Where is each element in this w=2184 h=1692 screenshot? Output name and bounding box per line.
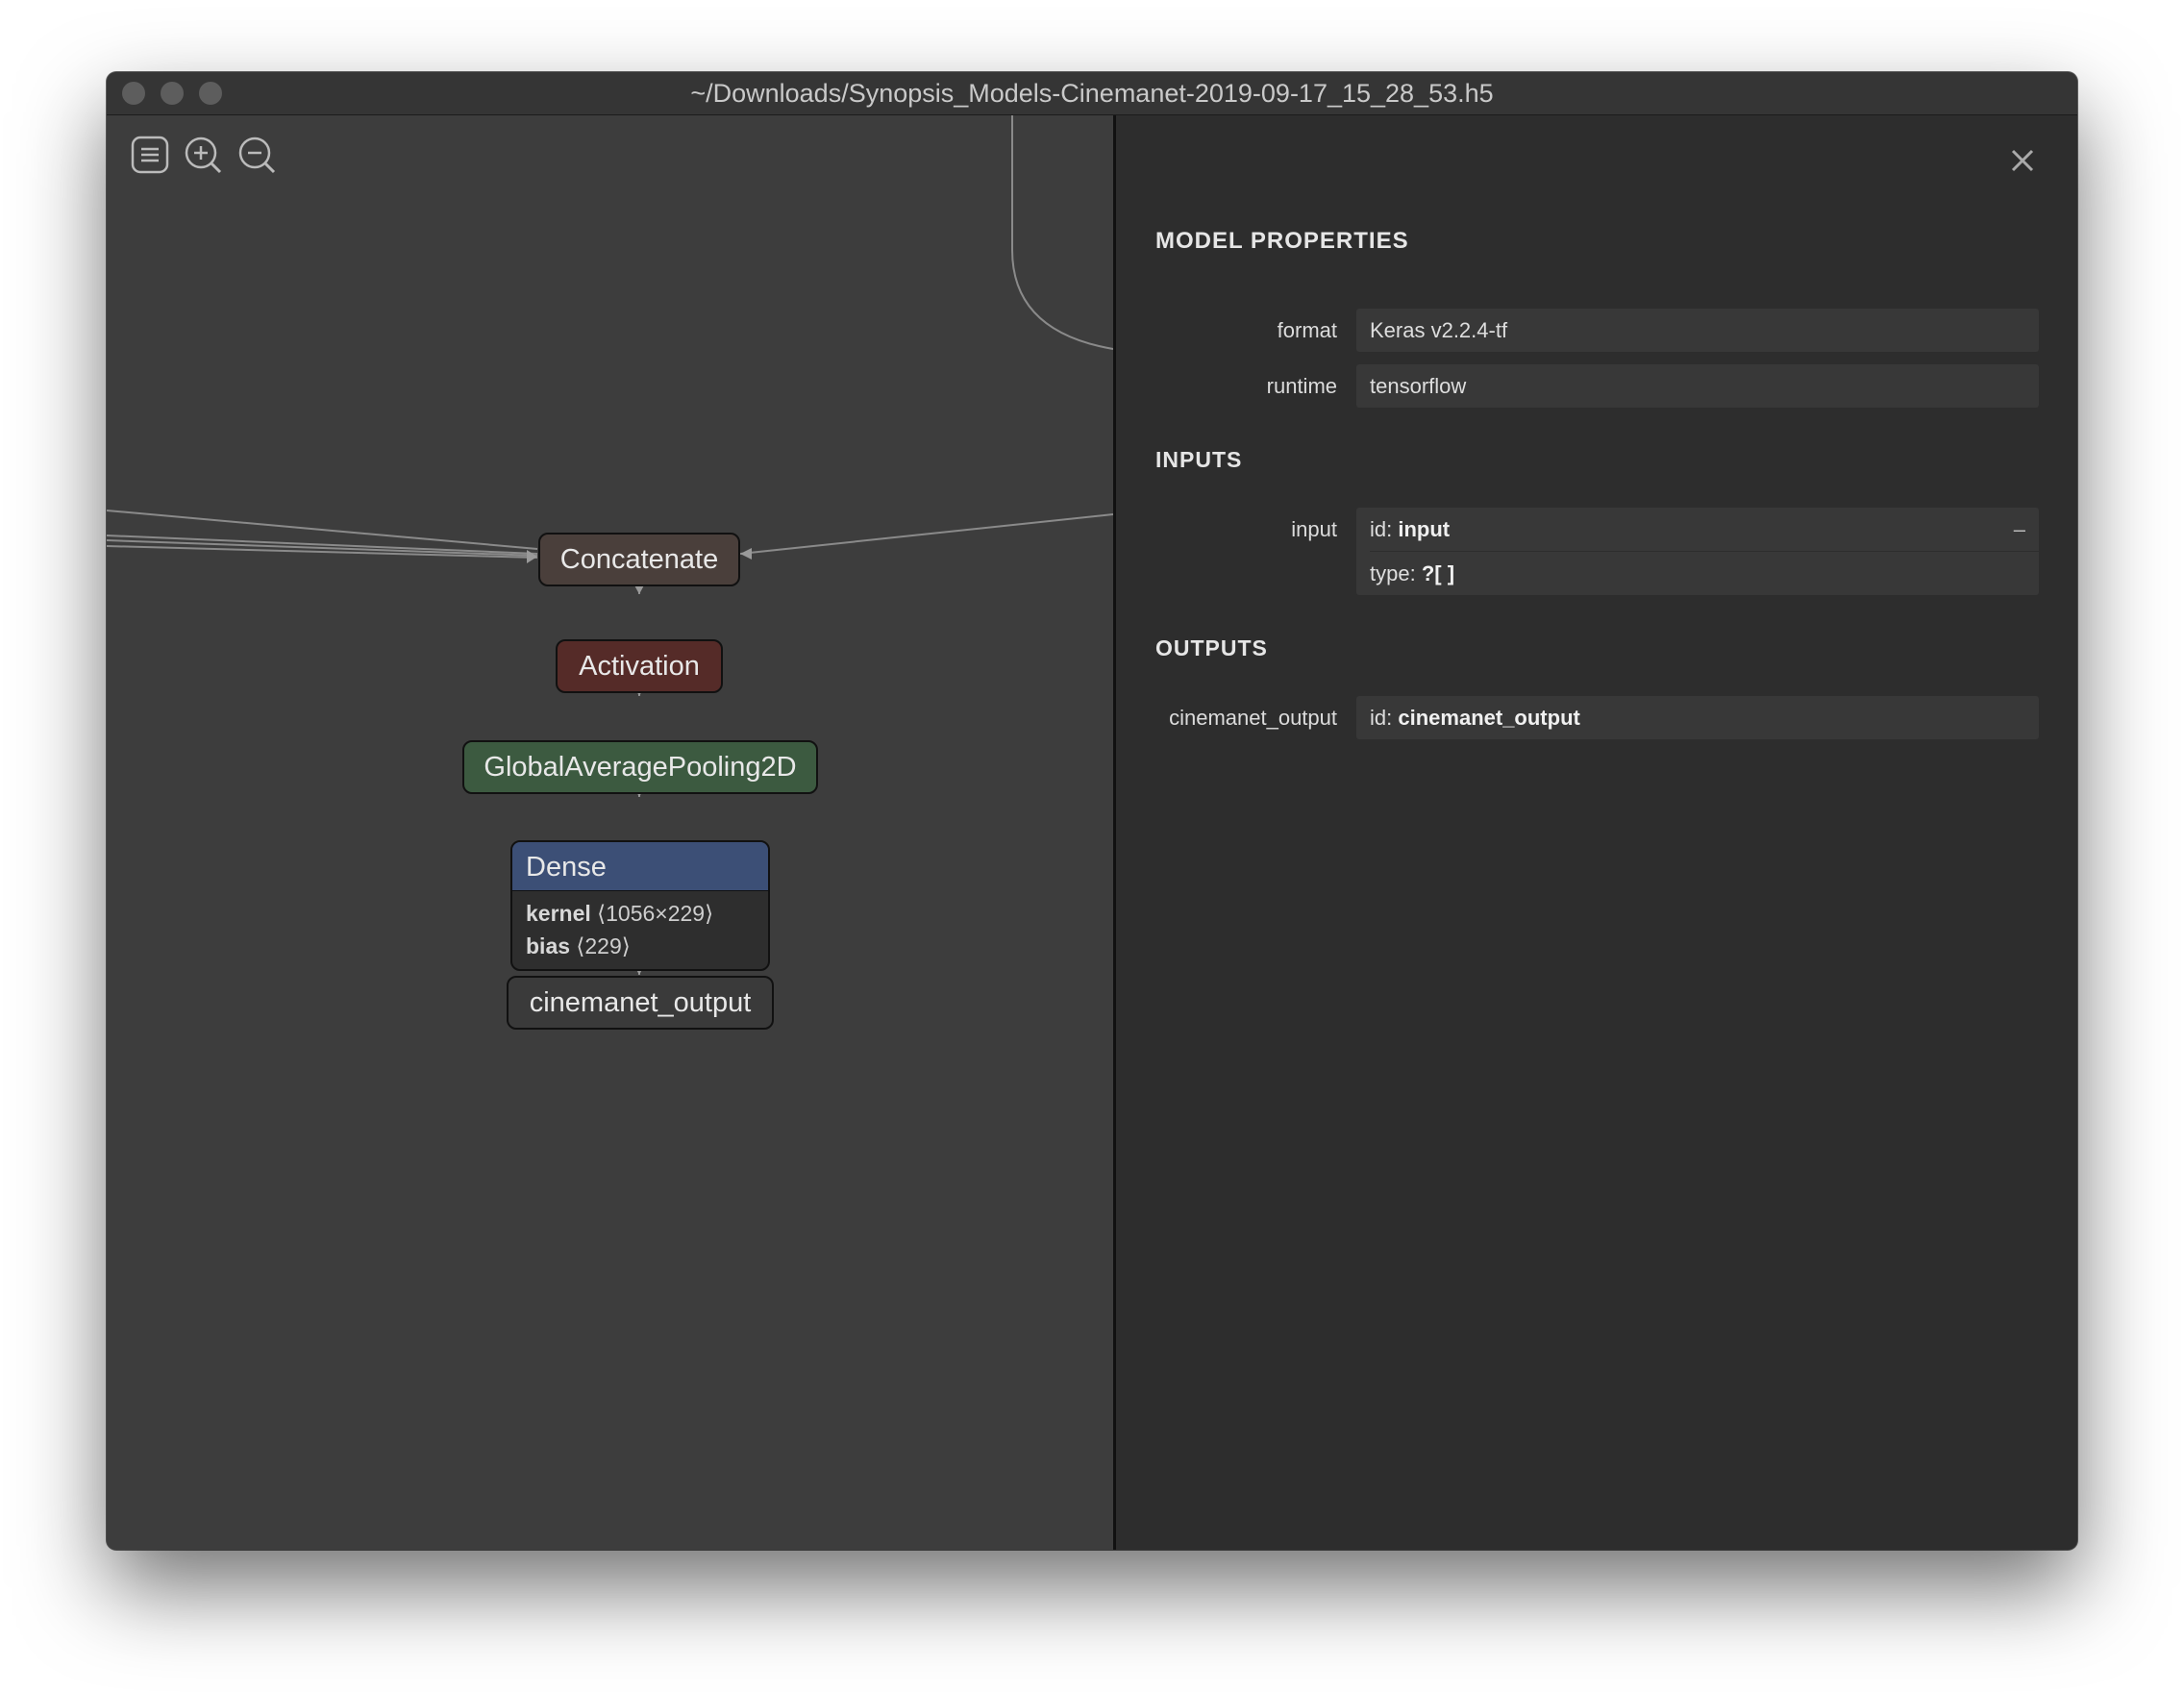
sidebar-title: MODEL PROPERTIES	[1155, 228, 1409, 254]
title-bar: ~/Downloads/Synopsis_Models-Cinemanet-20…	[107, 72, 2077, 115]
input-id-row: id: input –	[1370, 508, 2039, 552]
format-value: Keras v2.2.4-tf	[1356, 309, 2039, 352]
output-id-value: cinemanet_output	[1398, 706, 1580, 730]
model-properties-sidebar: MODEL PROPERTIES format Keras v2.2.4-tf …	[1116, 115, 2077, 1550]
node-activation[interactable]: Activation	[556, 639, 723, 693]
node-label: Activation	[579, 651, 700, 682]
graph-edges	[107, 115, 1113, 975]
inputs-heading: INPUTS	[1155, 447, 1243, 472]
zoom-out-icon[interactable]	[236, 135, 277, 175]
input-label: input	[1291, 517, 1337, 541]
output-argument-box: id: cinemanet_output	[1356, 696, 2039, 739]
dense-kernel-attr: kernel ⟨1056×229⟩	[512, 897, 768, 930]
output-label: cinemanet_output	[1169, 706, 1337, 730]
id-prefix: id:	[1370, 517, 1393, 541]
graph-canvas[interactable]: Concatenate Activation GlobalAveragePool…	[107, 115, 1113, 1550]
window-title: ~/Downloads/Synopsis_Models-Cinemanet-20…	[690, 79, 1494, 108]
dense-bias-attr: bias ⟨229⟩	[512, 930, 768, 962]
input-type-value: ?[ ]	[1421, 561, 1455, 585]
node-label: GlobalAveragePooling2D	[484, 752, 797, 783]
node-label: Dense	[512, 842, 768, 891]
menu-icon[interactable]	[130, 135, 170, 175]
format-label: format	[1277, 318, 1337, 342]
runtime-label: runtime	[1266, 374, 1337, 398]
input-argument-box: id: input – type: ?[ ]	[1356, 508, 2039, 595]
attr-name: kernel	[526, 901, 591, 926]
node-label: cinemanet_output	[529, 987, 752, 1018]
node-concatenate[interactable]: Concatenate	[538, 533, 740, 586]
attr-name: bias	[526, 933, 571, 958]
node-dense[interactable]: Dense kernel ⟨1056×229⟩ bias ⟨229⟩	[510, 840, 770, 971]
attr-shape: ⟨229⟩	[576, 933, 631, 958]
node-label: Concatenate	[559, 544, 719, 575]
runtime-value: tensorflow	[1356, 364, 2039, 408]
input-id-value: input	[1398, 517, 1451, 541]
id-prefix: id:	[1370, 706, 1393, 730]
attr-shape: ⟨1056×229⟩	[597, 901, 714, 926]
outputs-heading: OUTPUTS	[1155, 635, 1268, 660]
collapse-button[interactable]: –	[2014, 508, 2025, 551]
input-type-row: type: ?[ ]	[1370, 552, 2039, 595]
zoom-in-icon[interactable]	[183, 135, 223, 175]
app-window: ~/Downloads/Synopsis_Models-Cinemanet-20…	[107, 72, 2077, 1550]
type-prefix: type:	[1370, 561, 1416, 585]
node-cinemanet-output[interactable]: cinemanet_output	[507, 976, 774, 1030]
close-icon[interactable]	[2010, 148, 2035, 173]
node-global-average-pooling[interactable]: GlobalAveragePooling2D	[462, 740, 818, 794]
